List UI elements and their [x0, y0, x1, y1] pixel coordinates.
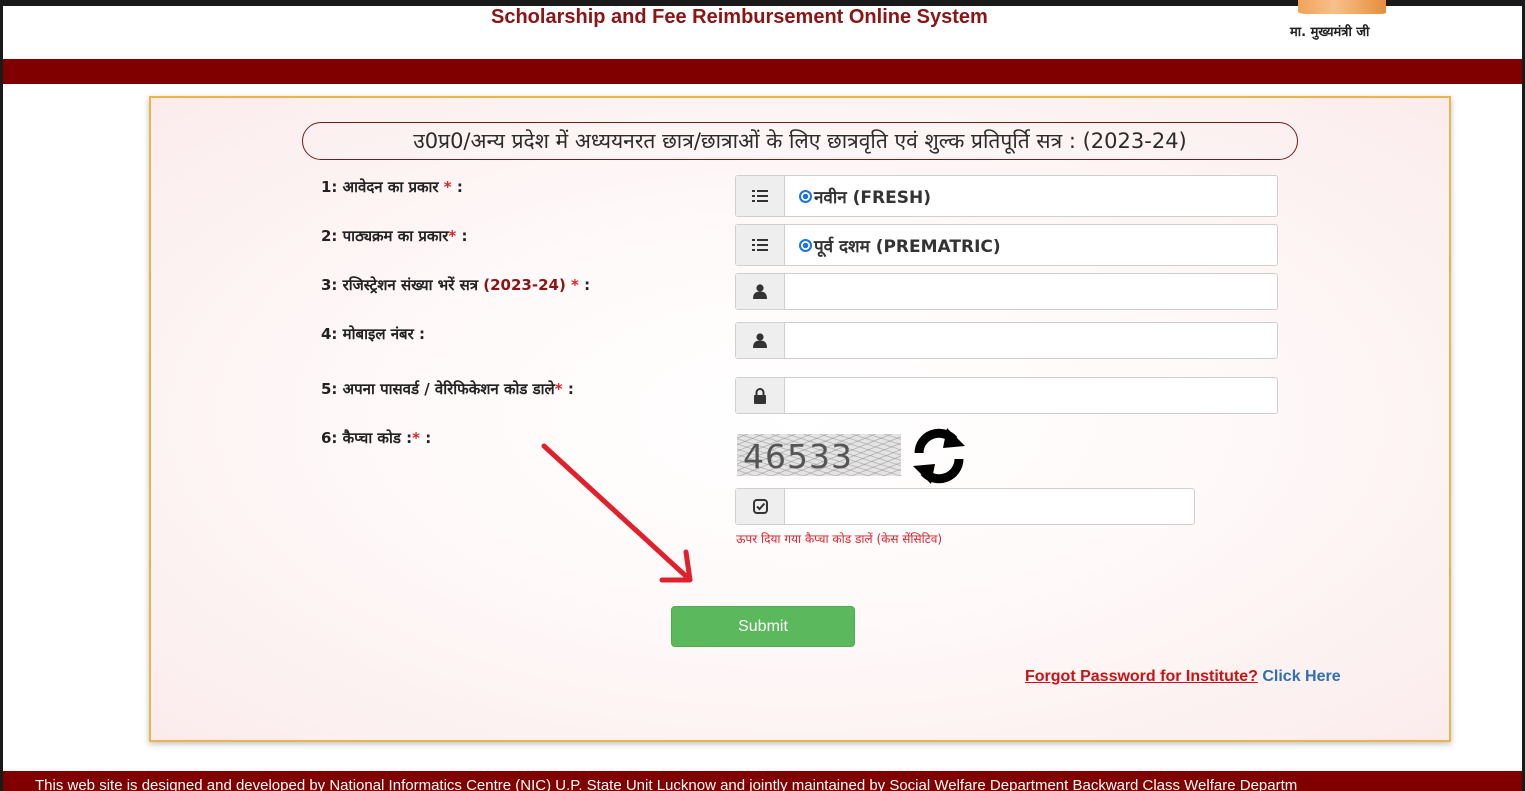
- radio-selected-icon[interactable]: [799, 238, 812, 252]
- window-frame-left: [0, 0, 3, 791]
- submit-button[interactable]: Submit: [671, 606, 855, 647]
- application-type-label: 1: आवेदन का प्रकार * :: [321, 178, 463, 196]
- registration-number-label: 3: रजिस्ट्रेशन संख्या भरें सत्र (2023-24…: [321, 276, 591, 294]
- application-type-group[interactable]: नवीन (FRESH): [735, 175, 1278, 217]
- check-square-icon: [736, 489, 785, 524]
- user-icon: [736, 274, 785, 309]
- course-type-value: पूर्व दशम (PREMATRIC): [814, 236, 1001, 257]
- mobile-number-input[interactable]: [785, 323, 1277, 358]
- lock-icon: [736, 378, 785, 413]
- application-type-fresh-radio[interactable]: नवीन (FRESH): [785, 176, 1277, 216]
- site-title: Scholarship and Fee Reimbursement Online…: [491, 6, 988, 28]
- registration-number-group: [735, 273, 1278, 310]
- captcha-group: [735, 488, 1195, 525]
- list-icon: [736, 225, 785, 265]
- captcha-image: 46533: [737, 434, 901, 476]
- chief-minister-caption: मा. मुख्यमंत्री जी: [1290, 25, 1370, 40]
- course-type-label: 2: पाठ्यक्रम का प्रकार* :: [321, 227, 468, 245]
- mobile-number-label: 4: मोबाइल नंबर :: [321, 325, 425, 343]
- captcha-code: 46533: [743, 437, 853, 476]
- click-here-link[interactable]: Click Here: [1262, 668, 1340, 685]
- captcha-label: 6: कैप्चा कोड :* :: [321, 429, 432, 447]
- course-type-prematric-radio[interactable]: पूर्व दशम (PREMATRIC): [785, 225, 1277, 265]
- mobile-number-group: [735, 322, 1278, 359]
- site-footer: This web site is designed and developed …: [3, 771, 1522, 791]
- registration-number-input[interactable]: [785, 274, 1277, 309]
- captcha-hint: ऊपर दिया गया कैप्चा कोड डालें (केस सेंसि…: [736, 532, 943, 546]
- password-group: [735, 377, 1278, 414]
- list-icon: [736, 176, 785, 216]
- user-icon: [736, 323, 785, 358]
- refresh-icon[interactable]: [908, 425, 970, 487]
- course-type-group[interactable]: पूर्व दशम (PREMATRIC): [735, 224, 1278, 266]
- red-arrow-annotation: [541, 443, 693, 583]
- chief-minister-photo: [1290, 0, 1386, 14]
- radio-selected-icon[interactable]: [799, 189, 812, 203]
- footer-text: This web site is designed and developed …: [35, 777, 1298, 791]
- forgot-password-link[interactable]: Forgot Password for Institute?: [1025, 668, 1258, 685]
- captcha-input[interactable]: [785, 489, 1194, 524]
- application-type-value: नवीन (FRESH): [814, 187, 931, 208]
- session-title: उ0प्र0/अन्य प्रदेश में अध्ययनरत छात्र/छा…: [302, 122, 1298, 160]
- forgot-password-row: Forgot Password for Institute? Click Her…: [1025, 668, 1341, 686]
- password-label: 5: अपना पासवर्ड / वेरिफिकेशन कोड डाले* :: [321, 380, 574, 398]
- header-band: [3, 59, 1522, 84]
- password-input[interactable]: [785, 378, 1277, 413]
